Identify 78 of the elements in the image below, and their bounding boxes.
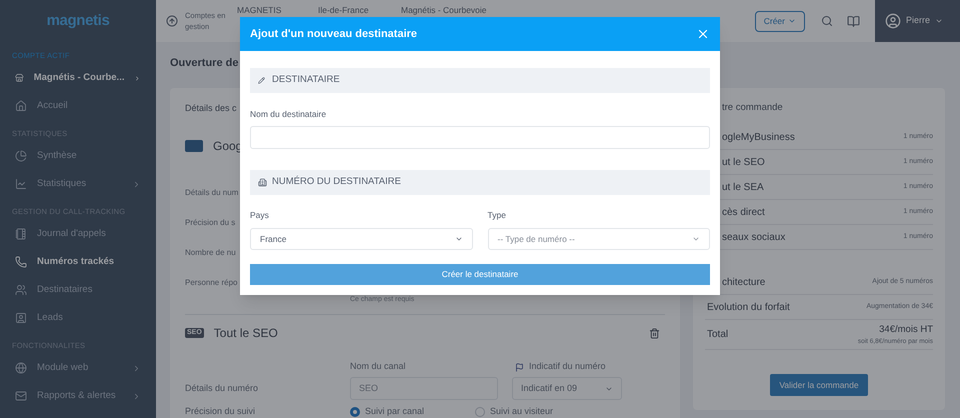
- close-icon[interactable]: [696, 27, 710, 41]
- summary-label: chitecture: [722, 276, 766, 290]
- phone-icon: [15, 256, 27, 268]
- summary-label: Evolution du forfait: [707, 300, 790, 314]
- trash-icon[interactable]: [649, 328, 660, 338]
- line-chart-icon: [15, 178, 27, 190]
- sidebar-item[interactable]: Synthèse: [0, 142, 156, 170]
- channel-name-field[interactable]: SEO: [350, 377, 498, 400]
- card-title: tre commande: [722, 100, 783, 115]
- create-recipient-button[interactable]: Créer le destinataire: [250, 264, 710, 285]
- create-button[interactable]: Créer: [754, 10, 805, 32]
- order-item-name: ut le SEO: [722, 156, 765, 170]
- chevron-down-icon: [454, 235, 462, 243]
- notebook-icon: [15, 228, 27, 240]
- sidebar-item[interactable]: Leads: [0, 304, 156, 332]
- field-label: Précision du suivi: [185, 405, 256, 418]
- country-select[interactable]: France: [250, 228, 472, 250]
- book-icon[interactable]: [847, 14, 860, 28]
- sidebar-item[interactable]: Numéros trackés: [0, 248, 156, 276]
- sidebar-item[interactable]: Rapports & alertes: [0, 382, 156, 410]
- contact-card-icon: [15, 312, 27, 324]
- section-header: NUMÉRO DU DESTINATAIRE: [250, 170, 710, 195]
- caret-icon: [788, 17, 796, 25]
- summary-value: 34€/mois HT: [879, 322, 933, 336]
- pencil-icon: [258, 77, 265, 84]
- logo: magnetis: [46, 10, 110, 31]
- globe-icon: [15, 362, 27, 374]
- building-icon: [258, 178, 267, 187]
- account-selector[interactable]: Magnétis - Courbe...: [0, 64, 156, 92]
- summary-label: Total: [707, 328, 728, 342]
- radio-button[interactable]: [350, 407, 360, 417]
- order-item-name: seaux sociaux: [722, 230, 786, 244]
- sidebar-item[interactable]: Destinataires: [0, 276, 156, 304]
- field-label: Nom du canal: [350, 360, 407, 374]
- chevron-right-icon: [132, 364, 141, 372]
- prefix-select[interactable]: Indicatif en 09: [512, 377, 622, 400]
- sidebar-item[interactable]: Accueil: [0, 92, 156, 120]
- validate-order-button[interactable]: Valider la commande: [770, 374, 868, 396]
- search-icon[interactable]: [821, 15, 833, 27]
- breadcrumb-item[interactable]: Ile-de-France: [318, 4, 401, 17]
- radio-button[interactable]: [475, 407, 485, 417]
- field-label: Détails du numéro: [185, 382, 260, 395]
- chevron-right-icon: [134, 74, 141, 82]
- channel-title: Tout le SEO: [214, 325, 279, 342]
- flag-icon: [515, 362, 524, 372]
- field-label: Pays: [250, 209, 270, 222]
- breadcrumb-item[interactable]: MAGNETIS: [237, 4, 318, 17]
- recipient-name-field[interactable]: [250, 126, 710, 149]
- field-label: Nombre de nu: [185, 247, 236, 259]
- field-label: Détails du num: [185, 187, 238, 199]
- users-icon: [15, 284, 27, 296]
- field-label: Personne répo: [185, 277, 238, 289]
- card-title: Détails des c: [185, 102, 237, 116]
- radio-label: Suivi par canal: [365, 405, 424, 418]
- modal-title: Ajout d'un nouveau destinataire: [250, 26, 418, 42]
- field-label: Indicatif du numéro: [529, 360, 606, 374]
- field-label: Précision du s: [185, 217, 236, 229]
- avatar-icon: [885, 13, 901, 29]
- chevron-right-icon: [132, 180, 141, 188]
- sidebar-item[interactable]: Module web: [0, 354, 156, 382]
- field-label: Nom du destinataire: [250, 108, 326, 120]
- sidebar-item[interactable]: Journal d'appels: [0, 220, 156, 248]
- chevron-right-icon: [132, 392, 141, 400]
- radio-label: Suivi au visiteur: [490, 405, 554, 418]
- caret-icon: [935, 17, 944, 25]
- order-item-name: ogleMyBusiness: [722, 130, 795, 144]
- pie-chart-icon: [15, 150, 27, 162]
- user-menu[interactable]: Pierre: [875, 0, 960, 42]
- field-label: Type: [488, 209, 507, 222]
- type-select[interactable]: -- Type de numéro --: [488, 228, 710, 250]
- page-title: Ouverture de: [170, 56, 238, 71]
- section-header: DESTINATAIRE: [250, 68, 710, 93]
- order-item-name: cès direct: [722, 206, 765, 220]
- sidebar-item[interactable]: Statistiques: [0, 170, 156, 198]
- order-item-name: ut le SEA: [722, 180, 764, 194]
- mail-icon: [15, 390, 27, 402]
- breadcrumb-item[interactable]: Magnétis - Courbevoie: [401, 4, 487, 17]
- chevron-down-icon: [692, 235, 700, 243]
